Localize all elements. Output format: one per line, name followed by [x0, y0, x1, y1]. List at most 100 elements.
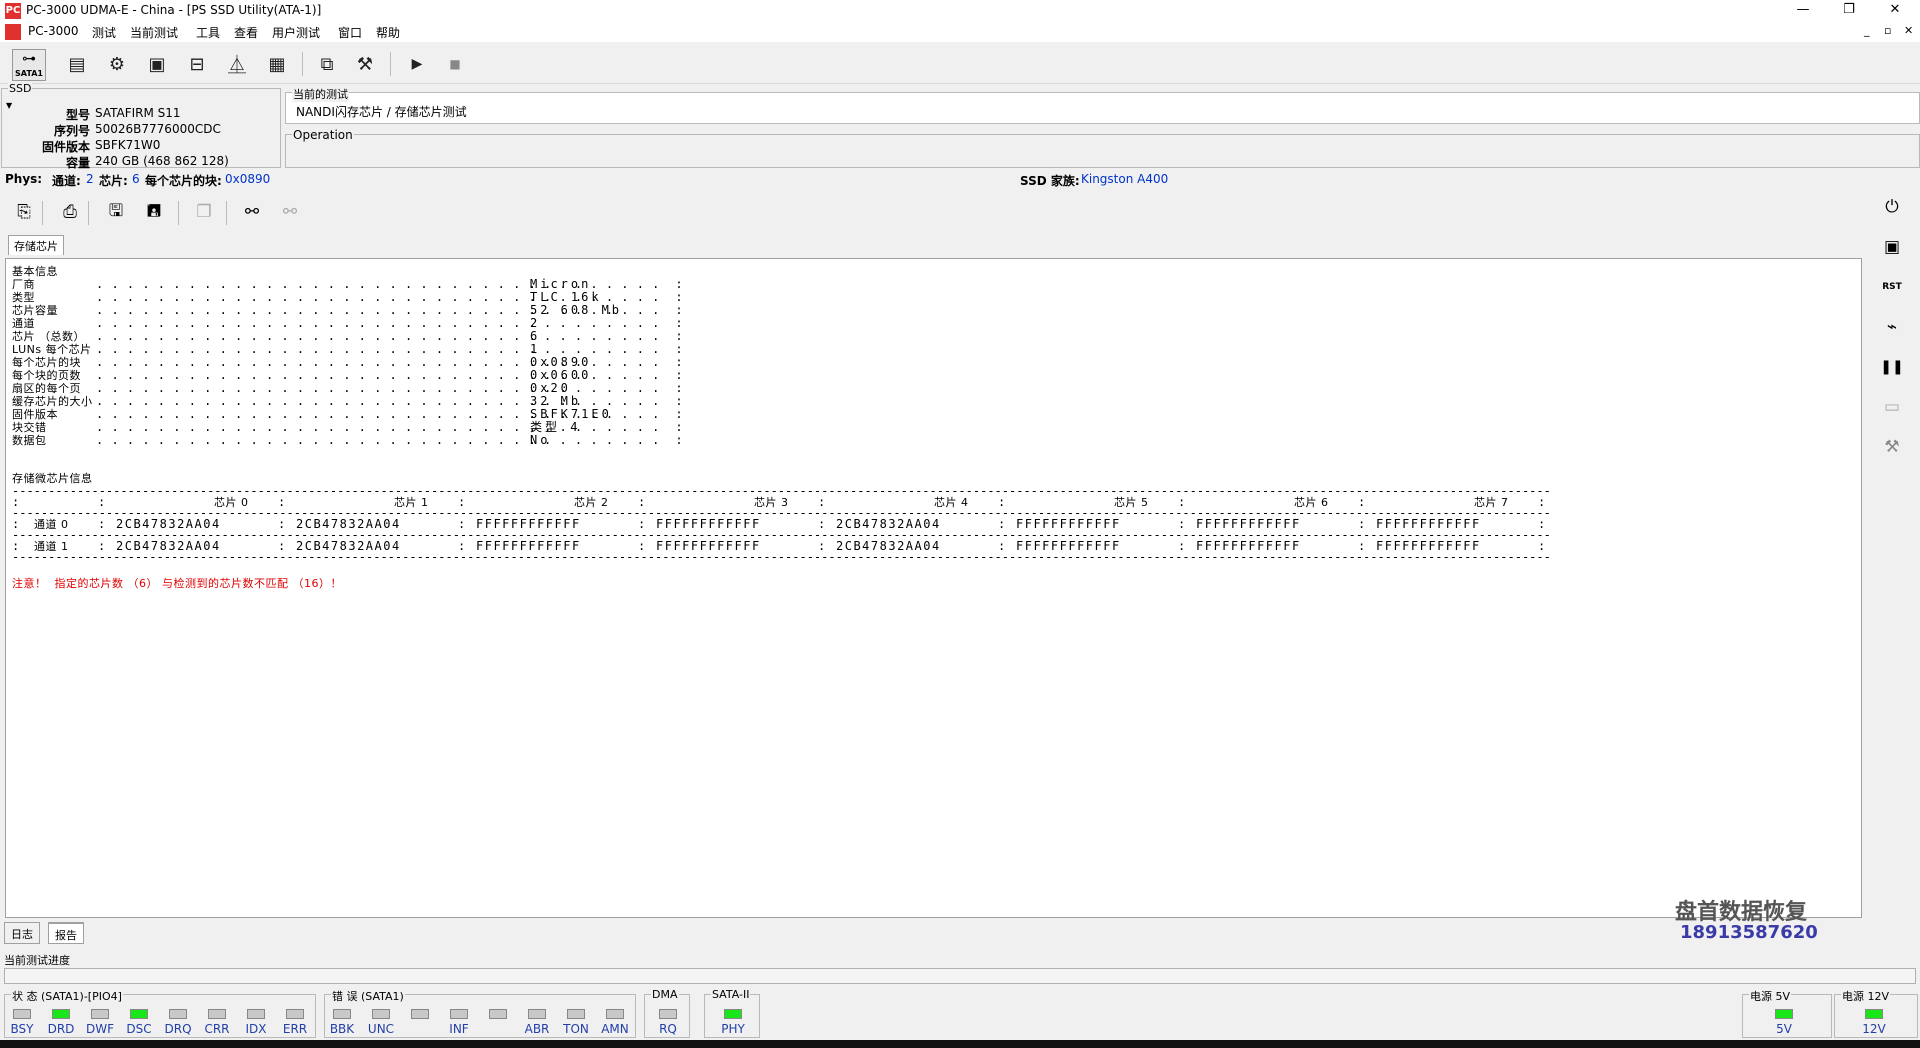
settings-gear-icon[interactable]: ⚙ [102, 50, 132, 78]
power-12v-led [1865, 1009, 1883, 1019]
status-led-label: CRR [204, 1022, 230, 1036]
menu-tools[interactable]: 工具 [196, 24, 220, 41]
power-12v-label: 12V [1862, 1022, 1886, 1036]
drive-icon[interactable]: ⊟ [182, 50, 212, 78]
report-toolbar: ⎘ ⎙ 🖫 🖪 ❐ ⚯ ⚯ [4, 193, 1862, 231]
power-toggle-icon[interactable]: ⏻ [1878, 194, 1906, 220]
run-tool-icon[interactable]: ⚒ [350, 50, 380, 78]
print-icon[interactable]: ⎙ [56, 199, 84, 225]
flask-icon[interactable]: ⏅ [222, 50, 252, 78]
watermark-phone: 18913587620 [1680, 922, 1818, 943]
menu-pc3000[interactable]: PC-3000 [28, 24, 78, 38]
sata2-caption: SATA-II [711, 988, 751, 1001]
minimize-icon[interactable]: — [1780, 0, 1826, 22]
find-binoculars-icon[interactable]: ⚯ [238, 199, 266, 225]
taskbar [0, 1040, 1920, 1048]
copy-window-icon[interactable]: ⧉ [312, 50, 342, 78]
blocks-value: 0x0890 [225, 172, 271, 186]
channels-label: 通道: [52, 174, 81, 188]
error-led [411, 1009, 429, 1019]
status-led [208, 1009, 226, 1019]
ssd-caption: SSD [8, 82, 33, 95]
basic-info-value: No [530, 433, 551, 447]
menu-current-test[interactable]: 当前测试 [130, 24, 178, 41]
basic-info-label: 固件版本 [12, 408, 58, 421]
app-icon: PC [5, 3, 21, 19]
tab-storage-chip[interactable]: 存储芯片 [8, 235, 64, 255]
grid-icon[interactable]: ▦ [262, 50, 292, 78]
mdi-restore-icon[interactable]: ▫ [1884, 24, 1891, 37]
progress-label: 当前测试进度 [4, 954, 70, 967]
power-5v-led [1775, 1009, 1793, 1019]
play-icon[interactable]: ▶ [402, 50, 432, 78]
pause-icon[interactable]: ❚❚ [1878, 354, 1906, 380]
tools-icon[interactable]: ⚒ [1878, 434, 1906, 460]
main-toolbar: ⊶ SATA1 ▤ ⚙ ▣ ⊟ ⏅ ▦ ⧉ ⚒ ▶ ■ [0, 44, 1920, 84]
menu-window[interactable]: 窗口 [338, 24, 362, 41]
progress-bar [4, 968, 1916, 984]
channels-value: 2 [86, 172, 94, 186]
toolbar-separator [302, 52, 303, 76]
menu-help[interactable]: 帮助 [376, 24, 400, 41]
menu-view[interactable]: 查看 [234, 24, 258, 41]
mdi-close-icon[interactable]: ✕ [1904, 24, 1913, 37]
passport-icon[interactable]: ▤ [62, 50, 92, 78]
dma-group: DMA RQ [644, 988, 690, 1038]
save-icon[interactable]: 🖫 [102, 199, 130, 225]
find-next-icon[interactable]: ⚯ [276, 199, 304, 225]
operation-panel: Operation [285, 128, 1920, 168]
signal-icon[interactable]: ⌁ [1878, 314, 1906, 340]
toolbar-separator [88, 201, 89, 225]
basic-info-label: 厂商 [12, 278, 35, 291]
status-led [13, 1009, 31, 1019]
phys-label: Phys: [5, 172, 43, 186]
status-led-label: ERR [282, 1022, 308, 1036]
basic-info-label: 数据包 [12, 434, 47, 447]
stop-icon[interactable]: ■ [440, 50, 470, 78]
power-12v-caption: 电源 12V [1841, 988, 1891, 1004]
dma-caption: DMA [651, 988, 679, 1001]
connector-icon[interactable]: ▭ [1878, 394, 1906, 420]
chip-info-header: 存储微芯片信息 [12, 472, 93, 485]
status-led [169, 1009, 187, 1019]
power-12v-group: 电源 12V 12V [1834, 988, 1918, 1038]
tab-log[interactable]: 日志 [4, 922, 40, 944]
basic-info-label: 类型 [12, 291, 35, 304]
save-as-icon[interactable]: 🖪 [140, 199, 168, 225]
status-group: 状 态 (SATA1)-[PIO4] BSY DRD DWF DSC DRQ CRR IDX… [4, 988, 316, 1038]
board-icon[interactable]: ▣ [1878, 234, 1906, 260]
sata-port-button[interactable]: ⊶ SATA1 [12, 49, 46, 81]
basic-info-label: 缓存芯片的大小 [12, 395, 93, 408]
export-icon[interactable]: ⎘ [10, 199, 38, 225]
error-led [528, 1009, 546, 1019]
status-led [52, 1009, 70, 1019]
firmware-label: 固件版本 [41, 140, 90, 154]
menu-user-test[interactable]: 用户测试 [272, 24, 320, 41]
status-led-label: DWF [85, 1022, 114, 1036]
menu-test[interactable]: 测试 [92, 24, 116, 41]
bottom-tabs: 日志 报告 [0, 922, 1920, 944]
copy-icon[interactable]: ❐ [190, 199, 218, 225]
capacity-label: 容量 [65, 156, 90, 170]
chips-icon[interactable]: ▣ [142, 50, 172, 78]
error-led-label: ABR [524, 1022, 550, 1036]
family-label: SSD 家族: [1020, 174, 1080, 188]
maximize-icon[interactable]: ❐ [1826, 0, 1872, 22]
power-5v-group: 电源 5V 5V [1742, 988, 1832, 1038]
tab-report[interactable]: 报告 [48, 922, 84, 944]
warning-message: 注意！ 指定的芯片数 （6） 与检测到的芯片数不匹配 （16）！ [12, 577, 342, 590]
basic-info-label: 通道 [12, 317, 35, 330]
status-led [91, 1009, 109, 1019]
model-value: SATAFIRM S11 [95, 106, 181, 120]
reset-icon[interactable]: RST [1878, 274, 1906, 300]
status-led-label: IDX [245, 1022, 267, 1036]
status-led-label: BSY [10, 1022, 34, 1036]
table-rule: ----------------------------------------… [12, 551, 1552, 564]
title-bar: PC PC-3000 UDMA-E - China - [PS SSD Util… [0, 0, 1920, 22]
mdi-minimize-icon[interactable]: _ [1864, 24, 1870, 37]
current-test-caption: 当前的测试 [292, 86, 349, 102]
sata2-phy-led [724, 1009, 742, 1019]
sata2-phy-label: PHY [721, 1022, 745, 1036]
close-icon[interactable]: ✕ [1872, 0, 1918, 22]
error-led-label: INF [449, 1022, 469, 1036]
